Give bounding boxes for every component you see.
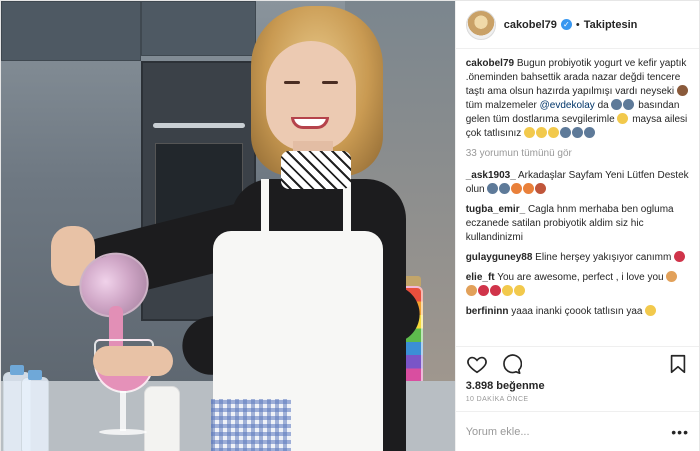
right-hand	[93, 346, 173, 376]
comment-username[interactable]: gulayguney88	[466, 252, 533, 263]
comment-text: You are awesome, perfect , i love you	[494, 272, 664, 283]
smile	[291, 117, 329, 129]
avatar[interactable]	[465, 9, 496, 40]
neck-scarf	[281, 151, 351, 189]
add-comment-bar: •••	[456, 412, 699, 451]
comment-text: yaaa inanki çoook tatlısın yaa	[508, 306, 643, 317]
milk-carton	[144, 386, 180, 451]
emoji-icon	[676, 85, 688, 96]
emoji-icon	[536, 127, 548, 138]
comment-username[interactable]: elie_ft	[466, 272, 495, 283]
emoji-icon	[572, 127, 584, 138]
likes-count[interactable]: 3.898 beğenme	[456, 380, 699, 392]
post-timestamp: 10 DAKİKA ÖNCE	[455, 392, 699, 412]
username-link[interactable]: cakobel79	[504, 19, 557, 31]
comment-item: tugba_emir_ Cagla hnm merhaba ben ogluma…	[466, 203, 689, 245]
woman-face	[266, 41, 356, 151]
comment-input[interactable]	[465, 426, 672, 438]
verified-icon: ✓	[560, 19, 572, 30]
emoji-icon	[666, 271, 678, 282]
caption-text: tüm malzemeler	[465, 100, 540, 111]
emoji-icon	[617, 113, 629, 124]
emoji-icon	[584, 127, 596, 138]
milk-bottle	[21, 370, 49, 451]
kitchen-cabinet	[141, 1, 256, 56]
emoji-icon	[524, 127, 536, 138]
caption: cakobel79 Bugun probiyotik yogurt ve kef…	[466, 57, 689, 141]
bookmark-icon[interactable]	[667, 353, 689, 375]
comment-username[interactable]: berfininn	[466, 306, 509, 317]
comment-item: _ask1903_ Arkadaşlar Sayfam Yeni Lütfen …	[466, 169, 689, 197]
comments-section: cakobel79 Bugun probiyotik yogurt ve kef…	[456, 49, 699, 346]
oven-handle	[153, 123, 245, 128]
separator-dot: •	[575, 18, 580, 31]
comment-username[interactable]: tugba_emir_	[466, 204, 525, 215]
apron-strap	[261, 179, 269, 239]
comment-item: gulayguney88 Eline herşey yakışıyor canı…	[466, 251, 689, 265]
glass-foot	[99, 429, 147, 435]
like-icon[interactable]	[466, 353, 488, 375]
comment-item: elie_ft You are awesome, perfect , i lov…	[465, 271, 689, 299]
following-button[interactable]: Takiptesin	[584, 19, 638, 31]
emoji-icon	[548, 127, 560, 138]
heart-emoji-icon	[674, 251, 686, 262]
kitchen-cabinet	[1, 1, 141, 61]
comment-text: Eline herşey yakışıyor canımm	[532, 252, 672, 263]
emoji-icon	[560, 127, 572, 138]
emoji-icon	[499, 183, 511, 194]
emoji-icon	[477, 285, 489, 296]
gingham-cloth	[211, 399, 291, 451]
caption-username[interactable]: cakobel79	[466, 58, 514, 69]
comment-username[interactable]: _ask1903_	[466, 170, 516, 181]
emoji-icon	[645, 305, 657, 316]
emoji-icon	[623, 99, 635, 110]
instagram-post: cakobel79 ✓ • Takiptesin cakobel79 Bugun…	[0, 0, 700, 451]
emoji-icon	[511, 183, 523, 194]
emoji-icon	[487, 183, 499, 194]
emoji-icon	[465, 285, 477, 296]
emoji-icon	[523, 183, 535, 194]
eye	[284, 81, 300, 84]
eye	[322, 81, 338, 84]
mention-link[interactable]: @evdekolay	[540, 100, 595, 111]
view-all-comments-link[interactable]: 33 yorumun tümünü gör	[466, 147, 689, 161]
emoji-icon	[501, 285, 513, 296]
post-sidebar: cakobel79 ✓ • Takiptesin cakobel79 Bugun…	[454, 1, 699, 451]
post-photo[interactable]	[1, 1, 455, 451]
action-bar	[455, 346, 699, 380]
comment-item: berfininn yaaa inanki çoook tatlısın yaa	[466, 305, 689, 319]
emoji-icon	[489, 285, 501, 296]
more-options-button[interactable]: •••	[671, 424, 689, 440]
glass-stem	[120, 391, 126, 431]
emoji-icon	[535, 183, 547, 194]
comment-icon[interactable]	[500, 353, 522, 375]
emoji-icon	[611, 99, 623, 110]
emoji-icon	[513, 285, 525, 296]
caption-text: da	[597, 100, 609, 111]
post-header: cakobel79 ✓ • Takiptesin	[455, 1, 699, 49]
